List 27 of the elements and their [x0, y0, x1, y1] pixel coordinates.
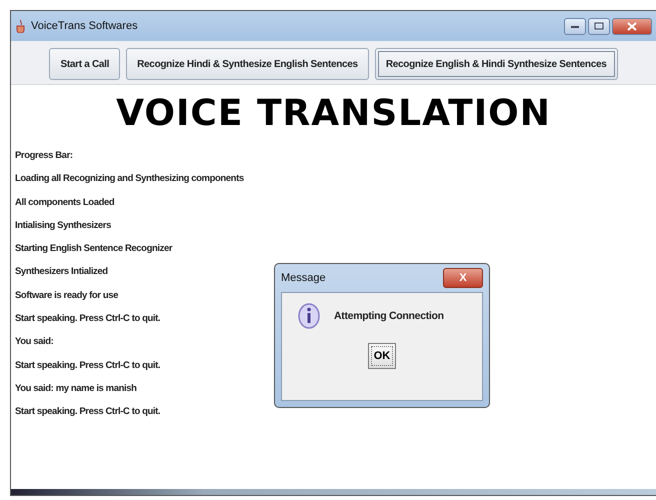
toolbar-button[interactable]: Start a Call	[49, 48, 120, 80]
log-line: You said:	[15, 335, 54, 350]
dialog-title: Message	[281, 272, 326, 284]
log-line: Progress Bar:	[15, 149, 73, 163]
close-icon	[627, 22, 637, 30]
toolbar-button[interactable]: Recognize Hindi & Synthesize English Sentences	[126, 48, 369, 80]
log-line: Start speaking. Press Ctrl-C to quit.	[15, 358, 160, 373]
log-line: You said: my name is manish	[15, 382, 137, 396]
window-title: VoiceTrans Softwares	[31, 20, 138, 32]
log-line: Synthesizers Intialized	[15, 265, 108, 280]
log-line: All components Loaded	[15, 196, 114, 210]
minimize-icon	[570, 23, 580, 29]
log-line: Loading all Recognizing and Synthesizing components	[15, 172, 244, 186]
ok-button[interactable]: OK	[368, 343, 396, 369]
close-button[interactable]	[612, 18, 652, 34]
log-line: Intialising Synthesizers	[15, 218, 111, 233]
log-line: Start speaking. Press Ctrl-C to quit.	[15, 312, 160, 326]
log-line: Start speaking. Press Ctrl-C to quit.	[15, 405, 160, 420]
log-line: Software is ready for use	[15, 288, 118, 303]
maximize-button[interactable]	[588, 18, 610, 34]
minimize-button[interactable]	[564, 18, 586, 34]
log-line: Starting English Sentence Recognizer	[15, 242, 172, 256]
java-cup-icon	[15, 19, 27, 33]
toolbar-button[interactable]: Recognize English & Hindi Synthesize Sentences	[374, 48, 618, 80]
maximize-icon	[594, 22, 604, 30]
info-icon	[298, 303, 320, 329]
dialog-message: Attempting Connection	[334, 310, 444, 322]
